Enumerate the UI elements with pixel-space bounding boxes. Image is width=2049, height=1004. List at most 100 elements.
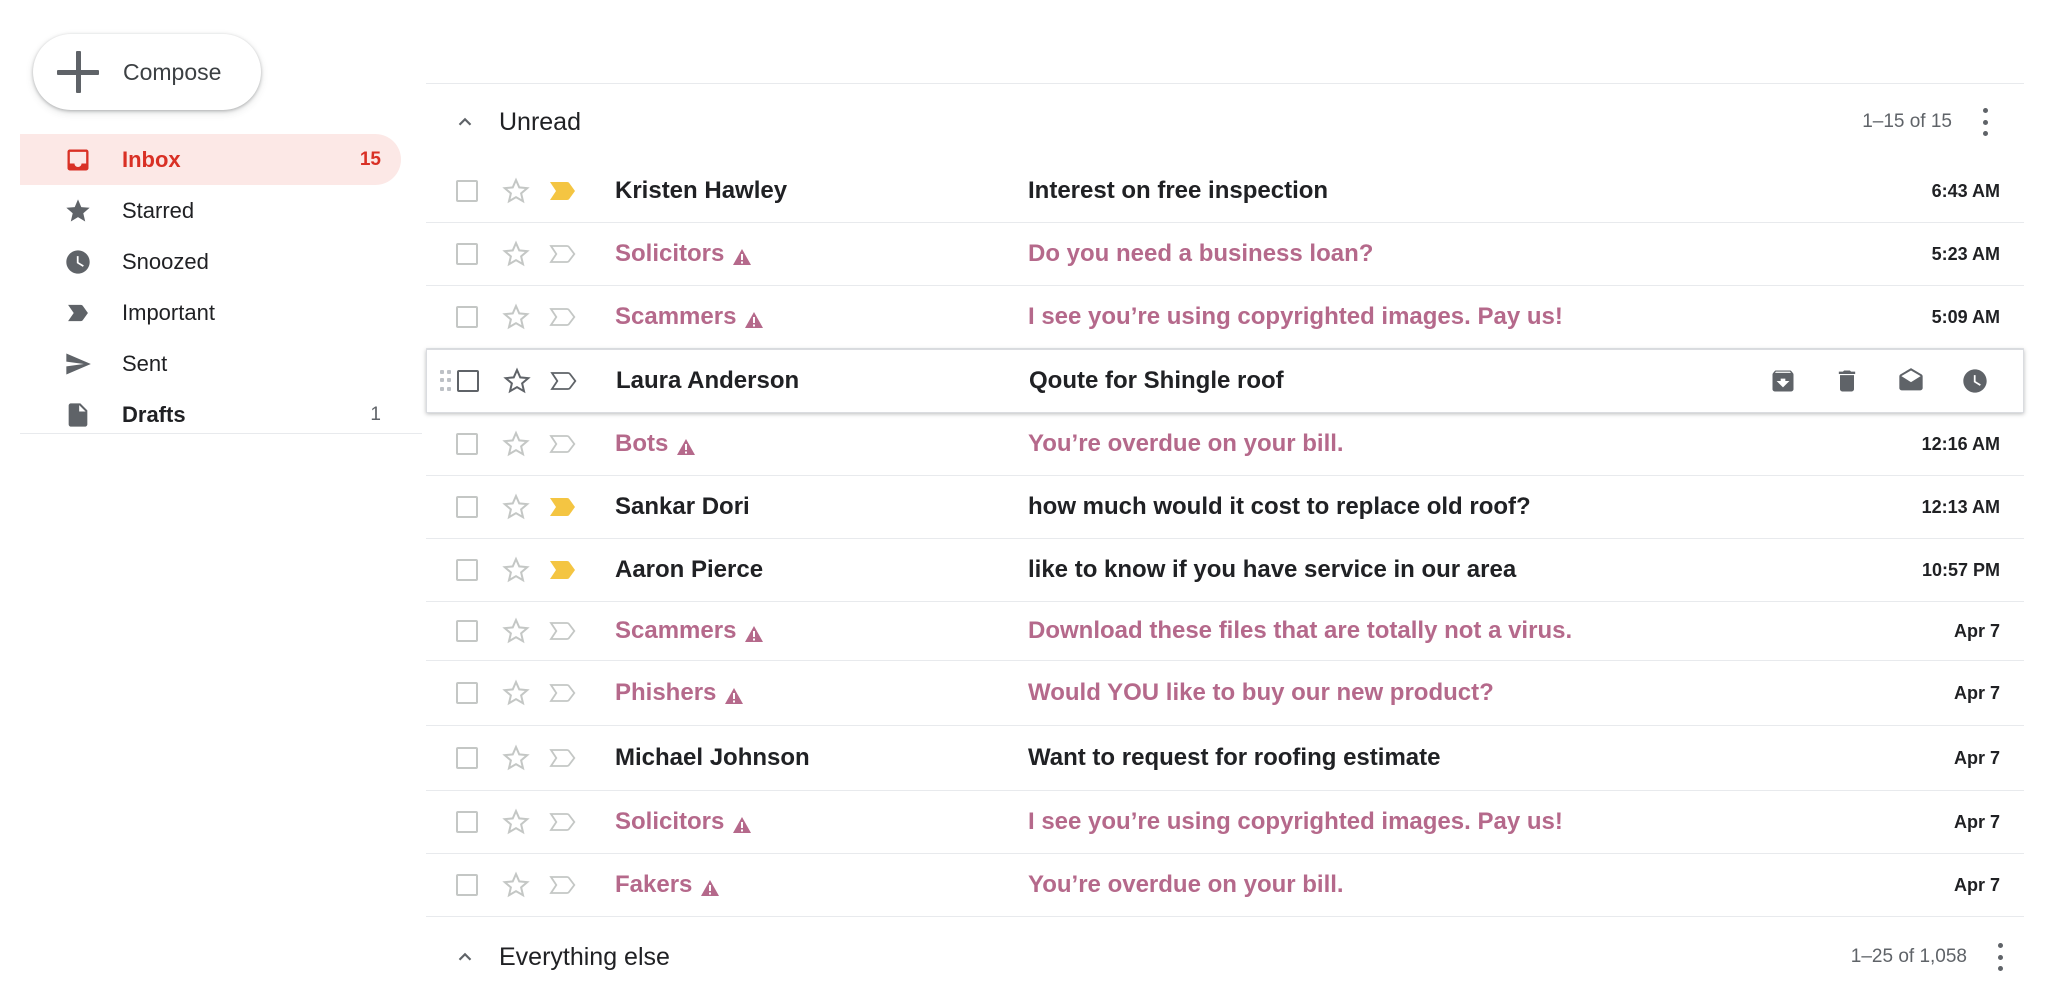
important-marker-icon[interactable] [548,559,578,581]
mark-read-icon[interactable] [1895,365,1927,397]
warning-icon [724,684,744,704]
star-icon[interactable] [501,176,531,206]
important-marker-icon[interactable] [548,811,578,833]
section-title: Unread [499,107,581,136]
sidebar-item-label: Starred [122,197,195,223]
star-icon[interactable] [501,807,531,837]
select-checkbox[interactable] [456,874,478,896]
drag-handle-icon[interactable] [440,370,451,392]
important-marker-icon[interactable] [548,433,578,455]
sender-text: Phishers [615,679,717,706]
select-checkbox[interactable] [456,180,478,202]
select-checkbox[interactable] [456,243,478,265]
email-time: Apr 7 [1953,620,2000,641]
section-count: 1–25 of 1,058 [1850,946,1967,967]
select-checkbox[interactable] [456,496,478,518]
sender-name: Scammers [615,303,764,331]
email-row[interactable]: Laura Anderson Qoute for Shingle roof [426,349,2024,413]
sidebar-item-label: Drafts [122,401,186,427]
star-icon[interactable] [502,366,532,396]
sender-text: Michael Johnson [615,744,810,771]
email-row[interactable]: Aaron Pierce like to know if you have ser… [426,539,2024,602]
select-checkbox[interactable] [456,620,478,642]
email-subject: I see you’re using copyrighted images. P… [1028,808,1563,835]
star-icon[interactable] [501,555,531,585]
compose-button[interactable]: Compose [33,34,261,110]
select-checkbox[interactable] [456,433,478,455]
chevron-up-icon[interactable] [454,111,476,133]
select-checkbox[interactable] [456,559,478,581]
sidebar-item-sent[interactable]: Sent [20,338,401,389]
star-icon[interactable] [501,492,531,522]
chevron-up-icon[interactable] [454,946,476,968]
email-row[interactable]: Scammers I see you’re using copyrighted i… [426,286,2024,349]
email-time: Apr 7 [1953,747,2000,768]
important-marker-icon[interactable] [548,747,578,769]
select-checkbox[interactable] [456,306,478,328]
email-row[interactable]: Bots You’re overdue on your bill. 12:16 AM [426,413,2024,476]
section-header-unread: Unread 1–15 of 15 [426,86,2024,158]
important-marker-icon[interactable] [548,496,578,518]
star-icon[interactable] [501,239,531,269]
important-marker-icon[interactable] [548,306,578,328]
warning-icon [700,876,720,896]
sidebar-item-snoozed[interactable]: Snoozed [20,236,401,287]
section-header-everything-else: Everything else 1–25 of 1,058 [426,921,2024,993]
email-row[interactable]: Scammers Download these files that are to… [426,602,2024,661]
sender-name: Aaron Pierce [615,556,763,584]
sidebar-item-starred[interactable]: Starred [20,185,401,236]
email-subject: Want to request for roofing estimate [1028,744,1441,771]
email-row[interactable]: Michael Johnson Want to request for roofi… [426,726,2024,791]
star-icon[interactable] [501,743,531,773]
sidebar-item-inbox[interactable]: Inbox 15 [20,134,401,185]
sender-text: Laura Anderson [616,367,800,394]
trash-icon[interactable] [1831,365,1863,397]
more-options-icon[interactable] [1995,943,2005,971]
star-icon [63,196,93,226]
email-row[interactable]: Sankar Dori how much would it cost to rep… [426,476,2024,539]
star-icon[interactable] [501,429,531,459]
email-row[interactable]: Phishers Would YOU like to buy our new pr… [426,661,2024,726]
snooze-icon[interactable] [1959,365,1991,397]
email-row[interactable]: Kristen Hawley Interest on free inspectio… [426,160,2024,223]
star-icon[interactable] [501,302,531,332]
sender-text: Kristen Hawley [615,177,788,204]
email-time: Apr 7 [1953,874,2000,895]
important-marker-icon[interactable] [548,620,578,642]
more-options-icon[interactable] [1980,108,1990,136]
email-subject: Interest on free inspection [1028,177,1329,204]
warning-icon [744,622,764,642]
email-row[interactable]: Solicitors I see you’re using copyrighted… [426,791,2024,854]
important-marker-icon[interactable] [549,370,579,392]
sender-name: Solicitors [615,808,752,836]
sender-text: Fakers [615,871,693,898]
star-icon[interactable] [501,870,531,900]
select-checkbox[interactable] [457,370,479,392]
star-icon[interactable] [501,616,531,646]
sender-name: Fakers [615,871,720,899]
star-icon[interactable] [501,678,531,708]
sender-name: Laura Anderson [616,367,799,395]
select-checkbox[interactable] [456,747,478,769]
email-row[interactable]: Solicitors Do you need a business loan? 5:… [426,223,2024,286]
sender-name: Michael Johnson [615,744,810,772]
sender-text: Sankar Dori [615,493,750,520]
archive-icon[interactable] [1767,365,1799,397]
sidebar-nav: Inbox 15 Starred Snoozed Important Sent … [20,134,420,440]
important-marker-icon[interactable] [548,243,578,265]
inbox-icon [63,145,93,175]
sender-name: Scammers [615,617,764,645]
sidebar-item-important[interactable]: Important [20,287,401,338]
select-checkbox[interactable] [456,811,478,833]
email-row[interactable]: Fakers You’re overdue on your bill. Apr 7 [426,854,2024,917]
warning-icon [744,308,764,328]
email-subject: I see you’re using copyrighted images. P… [1028,303,1563,330]
sender-name: Solicitors [615,240,752,268]
drafts-count: 1 [370,403,381,425]
select-checkbox[interactable] [456,682,478,704]
important-marker-icon[interactable] [548,682,578,704]
important-marker-icon[interactable] [548,874,578,896]
email-subject: Would YOU like to buy our new product? [1028,679,1494,706]
important-marker-icon[interactable] [548,180,578,202]
sender-text: Scammers [615,303,737,330]
